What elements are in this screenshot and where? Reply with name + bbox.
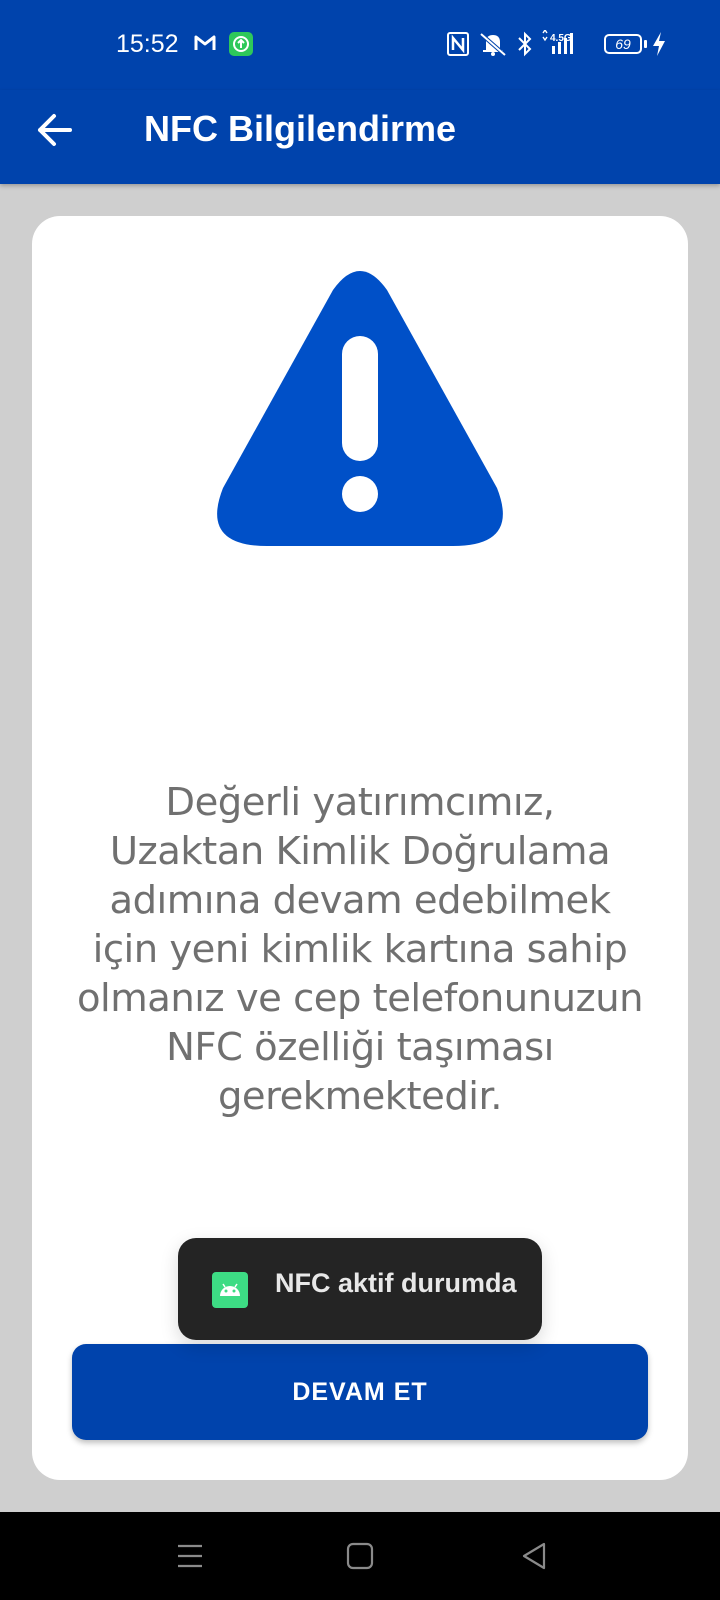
toast-text: NFC aktif durumda xyxy=(275,1268,517,1298)
back-triangle-icon[interactable] xyxy=(512,1534,556,1578)
message-line: Değerli yatırımcımız, xyxy=(165,780,555,825)
message-line: olmanız ve cep telefonunuzun xyxy=(76,976,644,1021)
toast: NFC aktif durumda xyxy=(178,1238,542,1340)
message-line: Uzaktan Kimlik Doğrulama xyxy=(109,829,611,874)
battery-nub xyxy=(644,40,647,48)
nfc-icon xyxy=(447,32,469,56)
info-message: Değerli yatırımcımız, Uzaktan Kimlik Doğ… xyxy=(52,778,668,1121)
android-icon xyxy=(212,1272,248,1308)
message-line: için yeni kimlik kartına sahip xyxy=(92,927,628,972)
status-bar: 15:52 4.5G 69 xyxy=(0,0,720,90)
navigation-bar xyxy=(0,1512,720,1600)
page-title: NFC Bilgilendirme xyxy=(144,108,457,149)
home-icon[interactable] xyxy=(338,1534,382,1578)
battery-icon: 69 xyxy=(604,34,642,54)
gmail-icon xyxy=(194,35,216,50)
arrow-back-icon[interactable] xyxy=(30,106,82,154)
signal-icon: 4.5G xyxy=(542,30,573,54)
upload-notification-icon xyxy=(229,32,253,56)
mute-icon xyxy=(479,32,507,57)
continue-button[interactable]: DEVAM ET xyxy=(72,1344,648,1440)
message-line: adımına devam edebilmek xyxy=(109,878,611,923)
status-time: 15:52 xyxy=(116,30,179,58)
message-line: NFC özelliği taşıması xyxy=(166,1025,554,1070)
message-line: gerekmektedir. xyxy=(217,1074,503,1119)
bluetooth-icon xyxy=(518,31,532,57)
warning-triangle-icon xyxy=(217,271,503,546)
menu-icon[interactable] xyxy=(168,1534,212,1578)
charging-icon xyxy=(653,32,665,56)
